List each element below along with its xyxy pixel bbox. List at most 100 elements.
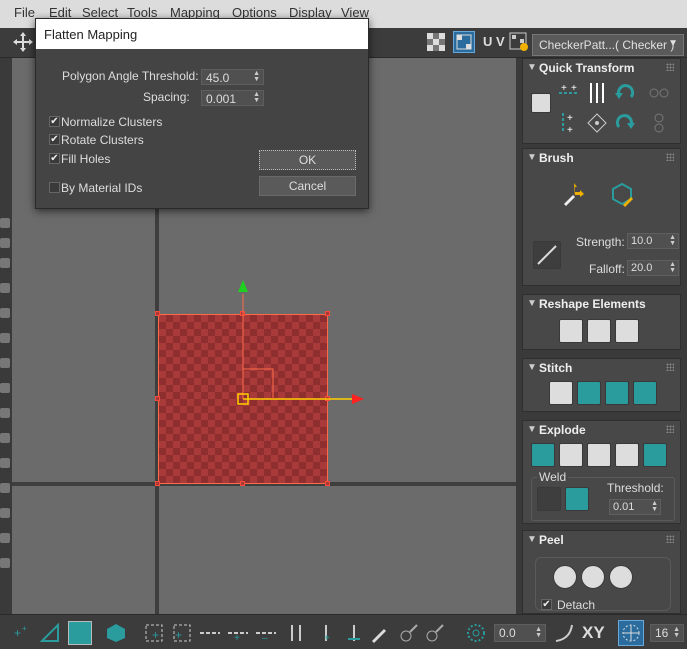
texture-settings-icon[interactable]: [508, 31, 530, 53]
collapse-icon[interactable]: ▼: [527, 362, 537, 373]
xy-coordinate-toggle[interactable]: XY: [582, 623, 605, 643]
ring-shrink-icon[interactable]: [344, 623, 364, 643]
select-vertex-icon[interactable]: + +: [12, 623, 32, 643]
strip-tool-icon[interactable]: [0, 333, 10, 343]
drag-handle-icon[interactable]: [666, 63, 674, 71]
paint-shrink-icon[interactable]: [424, 623, 444, 643]
rotate-clusters-checkbox[interactable]: ✔: [49, 134, 60, 145]
spinner-arrows-icon[interactable]: ▲ ▼: [651, 500, 658, 513]
collapse-icon[interactable]: ▼: [527, 62, 537, 73]
align-horizontal-icon[interactable]: + +: [557, 81, 581, 105]
ok-button[interactable]: OK: [259, 150, 356, 170]
strip-tool-icon[interactable]: [0, 533, 10, 543]
relax-icon[interactable]: [587, 319, 611, 343]
spinner-arrows-icon[interactable]: ▲ ▼: [253, 91, 260, 104]
select-element-icon[interactable]: [106, 623, 126, 643]
explode-elements-icon[interactable]: [643, 443, 667, 467]
quick-transform-title[interactable]: Quick Transform: [539, 61, 634, 75]
spinner-arrows-icon[interactable]: ▲ ▼: [673, 626, 680, 639]
grid-size-input[interactable]: 16 ▲ ▼: [650, 624, 684, 642]
paint-select-icon[interactable]: [370, 623, 390, 643]
align-vertical-icon[interactable]: [585, 81, 609, 105]
collapse-icon[interactable]: ▼: [527, 424, 537, 435]
stitch-to-source-icon[interactable]: [633, 381, 657, 405]
select-edge-icon[interactable]: [39, 622, 60, 643]
stitch-title[interactable]: Stitch: [539, 361, 572, 375]
strip-tool-icon[interactable]: [0, 238, 10, 248]
flip-vertical-icon[interactable]: [647, 111, 671, 135]
move-icon[interactable]: [12, 31, 34, 53]
brush-falloff-icon[interactable]: [533, 241, 561, 269]
spinner-arrows-icon[interactable]: ▲ ▼: [535, 626, 542, 639]
grid-snap-icon[interactable]: [618, 620, 644, 646]
stitch-average-icon[interactable]: [605, 381, 629, 405]
rotate-ccw-icon[interactable]: [613, 81, 637, 105]
collapse-icon[interactable]: ▼: [527, 298, 537, 309]
normalize-clusters-checkbox[interactable]: ✔: [49, 116, 60, 127]
strip-tool-icon[interactable]: [0, 258, 10, 268]
cancel-button[interactable]: Cancel: [259, 176, 356, 196]
by-material-ids-checkbox[interactable]: [49, 182, 60, 193]
grow-selection-icon[interactable]: +: [144, 623, 164, 643]
quick-peel-icon[interactable]: [553, 565, 577, 589]
strip-tool-icon[interactable]: [0, 358, 10, 368]
fill-holes-checkbox[interactable]: ✔: [49, 153, 60, 164]
align-vertical-dashed-icon[interactable]: + +: [557, 111, 581, 136]
shrink-selection-icon[interactable]: +: [172, 623, 192, 643]
uv-channel-label[interactable]: U V: [483, 34, 505, 49]
collapse-icon[interactable]: ▼: [527, 152, 537, 163]
collapse-icon[interactable]: ▼: [527, 534, 537, 545]
flip-horizontal-icon[interactable]: [647, 81, 671, 105]
drag-handle-icon[interactable]: [666, 535, 674, 543]
straighten-icon[interactable]: [559, 319, 583, 343]
strip-tool-icon[interactable]: [0, 458, 10, 468]
show-map-icon[interactable]: [453, 31, 475, 53]
threshold-input[interactable]: 0.01 ▲ ▼: [609, 499, 661, 515]
strip-tool-icon[interactable]: [0, 508, 10, 518]
ring-select-icon[interactable]: [286, 623, 306, 643]
paint-move-icon[interactable]: [561, 181, 585, 206]
loop-grow-icon[interactable]: +: [228, 623, 248, 644]
strip-tool-icon[interactable]: [0, 558, 10, 568]
falloff-input[interactable]: 20.0 ▲ ▼: [627, 260, 679, 276]
menu-file[interactable]: File: [14, 5, 35, 20]
strip-tool-icon[interactable]: [0, 308, 10, 318]
rotate-cw-icon[interactable]: [613, 111, 637, 135]
offset-input[interactable]: 0.0 ▲ ▼: [494, 624, 546, 642]
reshape-elements-title[interactable]: Reshape Elements: [539, 297, 646, 311]
explode-checker-icon[interactable]: [615, 443, 639, 467]
drag-handle-icon[interactable]: [666, 153, 674, 161]
break-icon[interactable]: [531, 443, 555, 467]
flatten-cube-icon[interactable]: [615, 319, 639, 343]
stitch-to-target-icon[interactable]: [577, 381, 601, 405]
polygon-angle-input[interactable]: 45.0 ▲ ▼: [201, 69, 264, 85]
texture-dropdown[interactable]: CheckerPatt...( Checker ) ▼: [532, 34, 684, 56]
strip-tool-icon[interactable]: [0, 433, 10, 443]
drag-handle-icon[interactable]: [666, 363, 674, 371]
soft-selection-icon[interactable]: [466, 623, 486, 643]
reset-peel-icon[interactable]: [609, 565, 633, 589]
stitch-custom-icon[interactable]: [549, 381, 573, 405]
strip-tool-icon[interactable]: [0, 408, 10, 418]
falloff-curve-icon[interactable]: [554, 623, 574, 643]
detach-edges-icon[interactable]: [559, 443, 583, 467]
align-to-edge-icon[interactable]: [531, 93, 551, 113]
select-face-icon[interactable]: [68, 621, 92, 645]
weld-selected-icon[interactable]: [537, 487, 561, 511]
strip-tool-icon[interactable]: [0, 218, 10, 228]
weld-target-icon[interactable]: [565, 487, 589, 511]
spacing-input[interactable]: 0.001 ▲ ▼: [201, 90, 264, 106]
peel-title[interactable]: Peel: [539, 533, 564, 547]
strip-tool-icon[interactable]: [0, 383, 10, 393]
space-evenly-icon[interactable]: [585, 111, 609, 135]
explode-title[interactable]: Explode: [539, 423, 586, 437]
explode-faces-icon[interactable]: [587, 443, 611, 467]
loop-select-icon[interactable]: [200, 623, 220, 643]
spinner-arrows-icon[interactable]: ▲ ▼: [253, 70, 260, 83]
ring-grow-icon[interactable]: +: [316, 623, 336, 644]
loop-shrink-icon[interactable]: –: [256, 623, 276, 644]
paint-grow-icon[interactable]: [398, 623, 418, 643]
detach-checkbox[interactable]: ✔: [541, 599, 552, 610]
drag-handle-icon[interactable]: [666, 425, 674, 433]
checker-toggle-icon[interactable]: [425, 31, 447, 53]
